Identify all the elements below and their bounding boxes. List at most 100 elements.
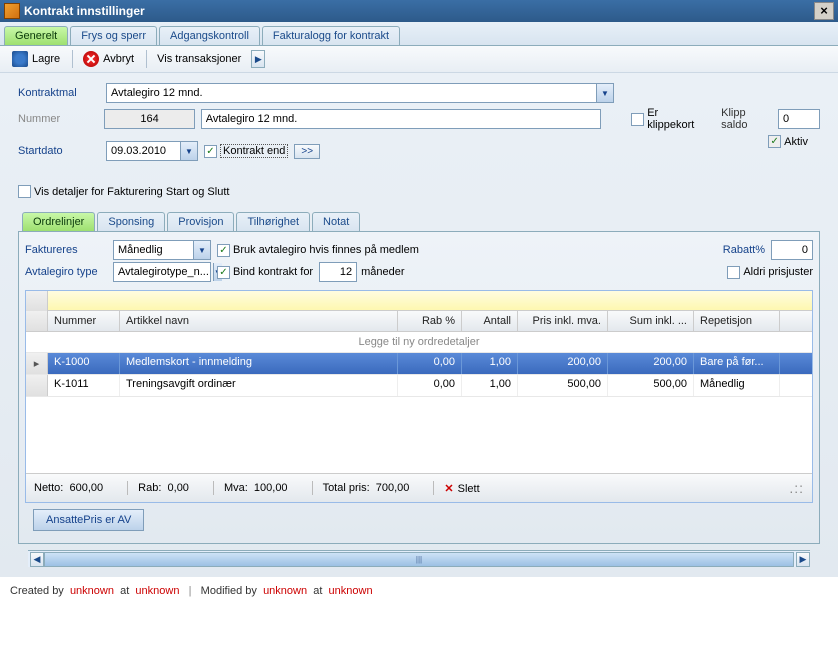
startdato-value: 09.03.2010 <box>107 145 180 157</box>
footer-sep: | <box>189 585 192 597</box>
grid-corner <box>26 291 48 311</box>
grid-header-handle <box>26 311 48 331</box>
tab-frys-og-sperr[interactable]: Frys og sperr <box>70 26 157 45</box>
tab-fakturalogg[interactable]: Fakturalogg for kontrakt <box>262 26 400 45</box>
faktureres-value: Månedlig <box>114 244 193 256</box>
cancel-icon <box>83 51 99 67</box>
bind-months-input[interactable] <box>319 262 357 282</box>
cancel-label: Avbryt <box>103 53 134 65</box>
bruk-avtalegiro-label: Bruk avtalegiro hvis finnes på medlem <box>233 244 419 256</box>
er-klippekort-label: Er klippekort <box>647 107 707 131</box>
cancel-button[interactable]: Avbryt <box>77 49 140 69</box>
ordrelinjer-grid: Nummer Artikkel navn Rab % Antall Pris i… <box>25 290 813 503</box>
tab-notat[interactable]: Notat <box>312 212 360 231</box>
faktureres-label: Faktureres <box>25 244 113 256</box>
cell-antall: 1,00 <box>462 375 518 396</box>
kontraktmal-label: Kontraktmal <box>18 87 106 99</box>
row-selector-icon[interactable]: ▸ <box>26 353 48 374</box>
save-button[interactable]: Lagre <box>6 49 66 69</box>
cell-pris: 200,00 <box>518 353 608 374</box>
checkbox-icon <box>768 135 781 148</box>
form-area: Aktiv Kontraktmal Avtalegiro 12 mnd. ▼ N… <box>0 73 838 577</box>
col-sum[interactable]: Sum inkl. ... <box>608 311 694 331</box>
checkbox-icon <box>217 266 230 279</box>
table-row[interactable]: K-1011 Treningsavgift ordinær 0,00 1,00 … <box>26 375 812 397</box>
kontrakt-end-label: Kontrakt end <box>220 144 288 158</box>
cell-sum: 200,00 <box>608 353 694 374</box>
modified-by-user: unknown <box>263 585 307 597</box>
vis-detaljer-checkbox[interactable]: Vis detaljer for Fakturering Start og Sl… <box>18 185 229 198</box>
resize-grip-icon[interactable]: .:: <box>789 480 804 496</box>
col-antall[interactable]: Antall <box>462 311 518 331</box>
startdato-combo[interactable]: 09.03.2010 ▼ <box>106 141 198 161</box>
faktureres-combo[interactable]: Månedlig ▼ <box>113 240 211 260</box>
vis-transaksjoner-label: Vis transaksjoner <box>157 53 241 65</box>
cell-navn: Medlemskort - innmelding <box>120 353 398 374</box>
created-by-user: unknown <box>70 585 114 597</box>
kontrakt-end-checkbox[interactable]: Kontrakt end <box>204 144 288 158</box>
startdato-label: Startdato <box>18 145 106 157</box>
rabatt-label: Rabatt% <box>723 244 765 256</box>
created-by-label: Created by <box>10 585 64 597</box>
col-repetisjon[interactable]: Repetisjon <box>694 311 780 331</box>
aktiv-checkbox[interactable]: Aktiv <box>768 135 808 148</box>
tab-ordrelinjer[interactable]: Ordrelinjer <box>22 212 95 231</box>
at-label: at <box>120 585 129 597</box>
cell-rep: Bare på før... <box>694 353 780 374</box>
tab-provisjon[interactable]: Provisjon <box>167 212 234 231</box>
scroll-right-icon[interactable]: ▶ <box>796 552 810 567</box>
separator <box>213 481 214 495</box>
klipp-saldo-input[interactable] <box>778 109 820 129</box>
col-artikkelnavn[interactable]: Artikkel navn <box>120 311 398 331</box>
grid-header: Nummer Artikkel navn Rab % Antall Pris i… <box>26 311 812 332</box>
chevron-down-icon[interactable]: ▼ <box>193 241 210 259</box>
bind-kontrakt-checkbox[interactable]: Bind kontrakt for <box>217 266 313 279</box>
kontraktmal-value: Avtalegiro 12 mnd. <box>107 87 596 99</box>
close-button[interactable]: × <box>814 2 834 20</box>
modified-by-label: Modified by <box>201 585 257 597</box>
tab-generelt[interactable]: Generelt <box>4 26 68 45</box>
sub-tabs: Ordrelinjer Sponsing Provisjon Tilhørigh… <box>18 208 820 232</box>
scroll-left-icon[interactable]: ◀ <box>30 552 44 567</box>
checkbox-icon <box>631 113 644 126</box>
grid-filter-row[interactable] <box>48 291 812 311</box>
nummer-label: Nummer <box>18 113 104 125</box>
scroll-track[interactable]: ||| <box>44 552 794 567</box>
avtalegirotype-combo[interactable]: Avtalegirotype_n... ▼ <box>113 262 211 282</box>
col-nummer[interactable]: Nummer <box>48 311 120 331</box>
footer: Created by unknown at unknown | Modified… <box>0 577 838 603</box>
navn-input[interactable] <box>201 109 602 129</box>
cell-rep: Månedlig <box>694 375 780 396</box>
horizontal-scrollbar[interactable]: ◀ ||| ▶ <box>28 550 810 567</box>
chevron-down-icon[interactable]: ▼ <box>596 84 613 102</box>
save-icon <box>12 51 28 67</box>
created-at-value: unknown <box>135 585 179 597</box>
vis-transaksjoner-button[interactable]: Vis transaksjoner <box>151 51 247 67</box>
tab-sponsing[interactable]: Sponsing <box>97 212 165 231</box>
aldri-prisjuster-checkbox[interactable]: Aldri prisjuster <box>727 266 813 279</box>
app-icon <box>4 3 20 19</box>
toolbar-arrow[interactable]: ▶ <box>251 50 265 68</box>
rabatt-input[interactable] <box>771 240 813 260</box>
slett-button[interactable]: ✕Slett <box>444 482 479 495</box>
table-row[interactable]: ▸ K-1000 Medlemskort - innmelding 0,00 1… <box>26 353 812 375</box>
checkbox-icon <box>18 185 31 198</box>
window-title: Kontrakt innstillinger <box>24 4 145 18</box>
ansattepris-button[interactable]: AnsattePris er AV <box>33 509 144 531</box>
chevron-down-icon[interactable]: ▼ <box>180 142 197 160</box>
er-klippekort-checkbox[interactable]: Er klippekort <box>631 107 707 131</box>
col-rab[interactable]: Rab % <box>398 311 462 331</box>
kontraktmal-combo[interactable]: Avtalegiro 12 mnd. ▼ <box>106 83 614 103</box>
col-pris[interactable]: Pris inkl. mva. <box>518 311 608 331</box>
bruk-avtalegiro-checkbox[interactable]: Bruk avtalegiro hvis finnes på medlem <box>217 244 419 257</box>
save-label: Lagre <box>32 53 60 65</box>
maneder-label: måneder <box>361 266 404 278</box>
double-arrow-button[interactable]: >> <box>294 144 320 159</box>
tab-adgangskontroll[interactable]: Adgangskontroll <box>159 26 260 45</box>
ordrelinjer-panel: Faktureres Månedlig ▼ Bruk avtalegiro hv… <box>18 232 820 544</box>
scroll-thumb[interactable]: ||| <box>44 552 794 567</box>
separator <box>127 481 128 495</box>
row-selector-icon[interactable] <box>26 375 48 396</box>
grid-new-row[interactable]: Legge til ny ordredetaljer <box>26 332 812 353</box>
tab-tilhorighet[interactable]: Tilhørighet <box>236 212 310 231</box>
